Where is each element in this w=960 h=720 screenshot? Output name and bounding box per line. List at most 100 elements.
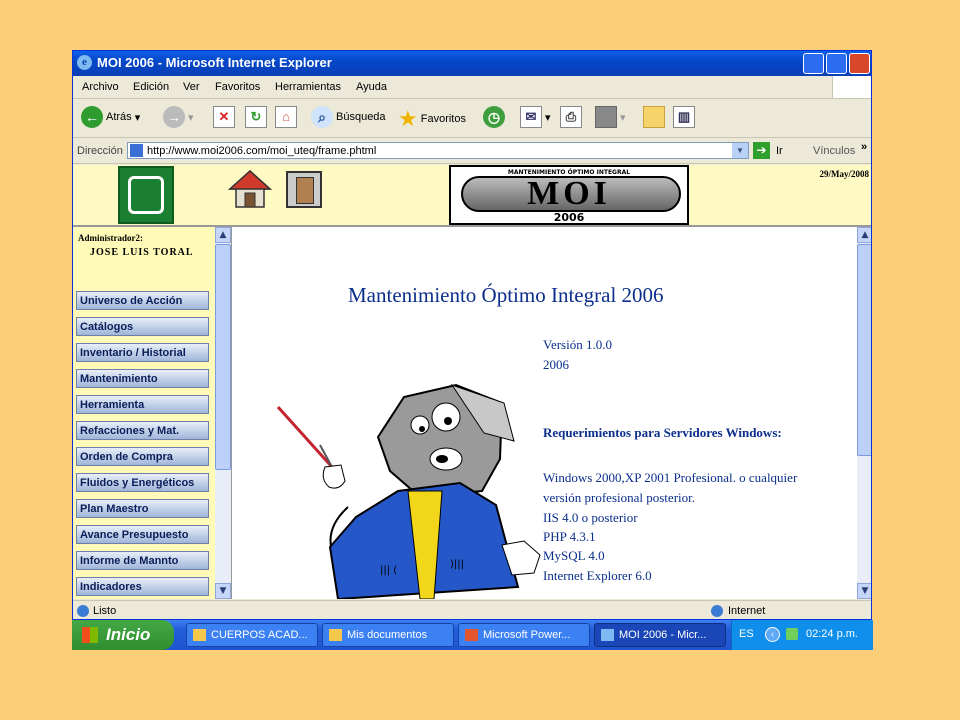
windows-logo-icon [82,627,98,643]
refresh-button[interactable]: ↻ [245,106,267,130]
edit-button[interactable]: ▾ [595,106,626,130]
nav-informe-mannto[interactable]: Informe de Mannto [76,551,209,570]
network-icon[interactable] [786,628,798,640]
taskbar-button-moi[interactable]: MOI 2006 - Micr... [594,623,726,647]
links-more-icon[interactable]: » [861,141,867,153]
requirement-line: Windows 2000,XP 2001 Profesional. o cual… [543,470,798,485]
start-button[interactable]: Inicio [72,620,174,650]
logout-door-icon[interactable] [286,171,322,208]
forward-button[interactable]: → ▾ [163,106,194,130]
taskbar-button-cuerpos[interactable]: CUERPOS ACAD... [186,623,318,647]
requirement-line: versión profesional posterior. [543,490,695,505]
title-bar[interactable]: e MOI 2006 - Microsoft Internet Explorer [73,51,871,76]
folder-button[interactable] [643,106,665,130]
sidebar-frame: Administrador2: JOSE LUIS TORAL Universo… [73,227,232,599]
requirement-line: Internet Explorer 6.0 [543,568,652,583]
scroll-up-icon[interactable]: ▲ [215,227,231,243]
requirement-line: IIS 4.0 o posterior [543,510,638,525]
moi-logo: MANTENIMIENTO ÓPTIMO INTEGRAL MOI 2006 [449,165,689,225]
main-scrollbar[interactable]: ▲ ▼ [857,227,871,599]
nav-inventario-historial[interactable]: Inventario / Historial [76,343,209,362]
home-icon[interactable] [228,169,272,209]
menu-ayuda[interactable]: Ayuda [356,81,387,93]
scroll-down-icon[interactable]: ▼ [857,583,871,599]
menu-favoritos[interactable]: Favoritos [215,81,260,93]
nav-universo-de-accion[interactable]: Universo de Acción [76,291,209,310]
ie-icon: e [77,55,92,70]
globe-icon [711,605,723,617]
nav-catalogos[interactable]: Catálogos [76,317,209,336]
links-label[interactable]: Vínculos [813,145,855,157]
menu-edicion[interactable]: Edición [133,81,169,93]
search-icon: ⌕ [311,106,333,128]
forward-arrow-icon: → [163,106,185,128]
taskbar-button-powerpoint[interactable]: Microsoft Power... [458,623,590,647]
main-scroll-thumb[interactable] [857,244,871,456]
page-heading: Mantenimiento Óptimo Integral 2006 [348,283,664,307]
page-status-icon [77,605,89,617]
scroll-up-icon[interactable]: ▲ [857,227,871,243]
back-button[interactable]: ← Atrás ▾ [81,106,140,130]
scroll-down-icon[interactable]: ▼ [215,583,231,599]
nav-indicadores[interactable]: Indicadores [76,577,209,596]
version-text: Versión 1.0.0 [543,337,612,352]
edit-dropdown-icon[interactable]: ▾ [620,112,626,124]
header-frame: MANTENIMIENTO ÓPTIMO INTEGRAL MOI 2006 2… [73,165,871,227]
address-input[interactable]: http://www.moi2006.com/moi_uteq/frame.ph… [127,142,749,159]
address-bar: Dirección http://www.moi2006.com/moi_ute… [73,139,871,164]
page-icon [130,144,143,157]
mail-dropdown-icon[interactable]: ▾ [545,112,551,124]
printer-icon: ⎙ [560,106,582,128]
forward-dropdown-icon[interactable]: ▾ [188,112,194,124]
menu-herramientas[interactable]: Herramientas [275,81,341,93]
refresh-icon: ↻ [245,106,267,128]
close-button[interactable] [849,53,870,74]
mail-button[interactable]: ✉ ▾ [520,106,551,130]
menu-ver[interactable]: Ver [183,81,200,93]
sidebar-scrollbar[interactable]: ▲ ▼ [215,227,231,599]
address-url[interactable]: http://www.moi2006.com/moi_uteq/frame.ph… [147,145,376,157]
research-button[interactable]: ▥ [673,106,695,130]
nav-mantenimiento[interactable]: Mantenimiento [76,369,209,388]
nav-fluidos-energeticos[interactable]: Fluidos y Energéticos [76,473,209,492]
research-icon: ▥ [673,106,695,128]
history-icon: ◷ [483,106,505,128]
chevron-left-icon[interactable]: ‹ [765,627,780,642]
history-button[interactable]: ◷ [483,106,505,130]
favorites-button[interactable]: ★ Favoritos [398,106,466,131]
institution-logo [118,166,174,224]
folder-icon [329,629,342,641]
home-button[interactable]: ⌂ [275,106,297,130]
window-title: MOI 2006 - Microsoft Internet Explorer [97,55,332,70]
menu-archivo[interactable]: Archivo [82,81,119,93]
folder-icon [193,629,206,641]
system-tray: ES ‹ 02:24 p.m. [731,620,873,650]
maximize-button[interactable] [826,53,847,74]
browser-window: e MOI 2006 - Microsoft Internet Explorer… [72,50,872,620]
nav-refacciones[interactable]: Refacciones y Mat. [76,421,209,440]
requirement-line: PHP 4.3.1 [543,529,596,544]
nav-plan-maestro[interactable]: Plan Maestro [76,499,209,518]
go-button[interactable]: ➔ Ir [753,142,783,159]
go-arrow-icon: ➔ [753,142,770,159]
home-icon: ⌂ [275,106,297,128]
back-dropdown-icon[interactable]: ▾ [135,112,141,124]
sidebar-scroll-thumb[interactable] [215,244,231,470]
language-indicator[interactable]: ES [739,628,754,640]
print-button[interactable]: ⎙ [560,106,582,130]
minimize-button[interactable] [803,53,824,74]
mascot-illustration: ||| ( )||| [276,383,541,599]
taskbar-button-mis-documentos[interactable]: Mis documentos [322,623,454,647]
address-label: Dirección [77,145,123,157]
page-content: MANTENIMIENTO ÓPTIMO INTEGRAL MOI 2006 2… [73,165,871,599]
nav-avance-presupuesto[interactable]: Avance Presupuesto [76,525,209,544]
search-button[interactable]: ⌕ Búsqueda [311,106,386,130]
zone-text: Internet [728,605,766,617]
star-icon: ★ [398,106,418,131]
current-date: 29/May/2008 [819,169,870,179]
nav-orden-de-compra[interactable]: Orden de Compra [76,447,209,466]
ie-icon [601,629,614,641]
address-dropdown-icon[interactable]: ▼ [732,143,748,158]
stop-button[interactable]: ✕ [213,106,235,130]
nav-herramienta[interactable]: Herramienta [76,395,209,414]
